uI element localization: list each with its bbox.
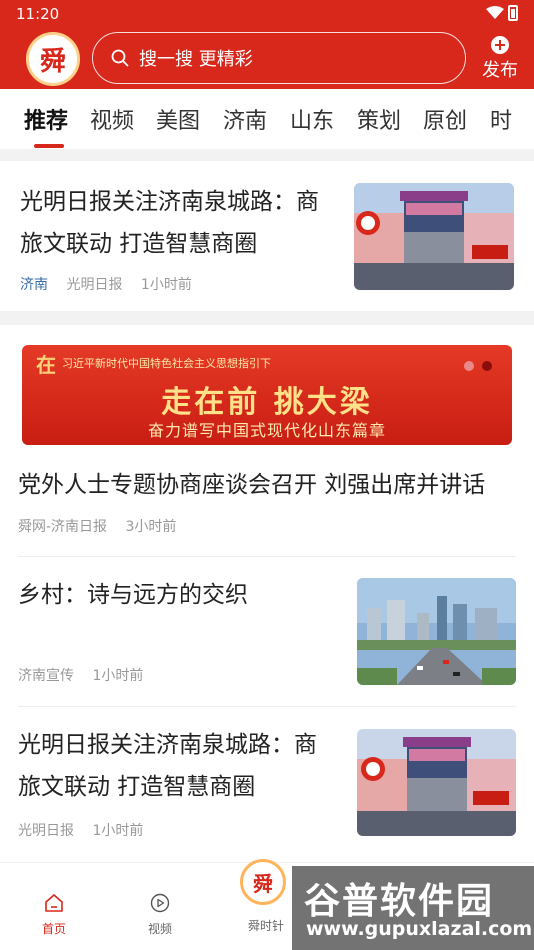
feed-meta: 光明日报 1小时前 <box>18 820 157 840</box>
street-gate-image <box>357 729 516 836</box>
news-title-line: 光明日报关注济南泉城路：商 <box>20 189 319 215</box>
feed-thumbnail <box>357 729 516 836</box>
search-icon <box>111 49 129 67</box>
section-gap <box>0 311 534 325</box>
city-road-image <box>357 578 516 685</box>
wifi-icon <box>486 6 504 19</box>
news-title: 光明日报关注济南泉城路：商 旅文联动 打造智慧商圈 <box>20 181 340 265</box>
tab-video[interactable]: 视频 <box>90 103 134 135</box>
plus-circle-icon <box>491 36 509 54</box>
news-tag[interactable]: 济南 <box>20 277 48 293</box>
news-title-line: 旅文联动 打造智慧商圈 <box>20 231 258 257</box>
battery-icon <box>508 5 518 21</box>
tab-planning[interactable]: 策划 <box>357 103 401 135</box>
news-meta: 济南 光明日报 1小时前 <box>20 274 206 294</box>
news-time: 1小时前 <box>140 277 192 293</box>
feed-title-line: 旅文联动 打造智慧商圈 <box>18 774 256 800</box>
divider <box>18 706 516 707</box>
news-thumbnail <box>354 183 514 290</box>
search-placeholder: 搜一搜 更精彩 <box>139 49 253 70</box>
feed-title[interactable]: 乡村：诗与远方的交织 <box>18 574 338 616</box>
app-logo[interactable]: 舜 <box>26 32 80 86</box>
nav-shunshizhen-label: 舜时针 <box>247 919 284 933</box>
tab-recommend[interactable]: 推荐 <box>24 103 68 135</box>
watermark-url: www.gupuxlazal.com <box>306 918 533 940</box>
nav-home[interactable]: 首页 <box>24 893 84 937</box>
carousel-dot-active[interactable] <box>464 361 474 371</box>
carousel-dot[interactable] <box>482 361 492 371</box>
nav-home-label: 首页 <box>41 922 66 936</box>
nav-video[interactable]: 视频 <box>130 893 190 937</box>
tab-photos[interactable]: 美图 <box>156 103 200 135</box>
news-source: 光明日报 <box>66 277 123 293</box>
app-screen: 11:20 舜 搜一搜 更精彩 发布 推荐 视频 美图 济南 山东 策划 原创 … <box>0 0 534 950</box>
search-bar[interactable]: 搜一搜 更精彩 <box>92 32 466 84</box>
banner-title: 走在前 挑大梁 <box>161 385 373 420</box>
feed-time: 1小时前 <box>92 668 144 684</box>
watermark-title: 谷普软件园 <box>304 881 495 922</box>
status-bar: 11:20 <box>0 0 534 28</box>
channel-tabs: 推荐 视频 美图 济南 山东 策划 原创 时 <box>0 89 534 149</box>
feed-source: 济南宣传 <box>18 668 74 684</box>
video-icon <box>150 893 170 913</box>
feed-thumbnail <box>357 578 516 685</box>
feed-time: 3小时前 <box>125 519 177 535</box>
nav-shunshizhen[interactable]: 舜时针 <box>236 893 296 934</box>
feed-meta: 济南宣传 1小时前 <box>18 665 157 685</box>
feed-title[interactable]: 党外人士专题协商座谈会召开 刘强出席并讲话 <box>18 464 518 506</box>
feed-meta: 舜网-济南日报 3小时前 <box>18 516 190 536</box>
banner-mark: 在 <box>36 353 56 377</box>
tab-more[interactable]: 时 <box>490 103 512 135</box>
feed-source: 舜网-济南日报 <box>18 519 108 535</box>
app-logo-text: 舜 <box>39 46 66 77</box>
home-icon <box>45 894 63 912</box>
banner-slogan: 奋力谱写中国式现代化山东篇章 <box>147 421 386 440</box>
promo-banner[interactable]: 在 习近平新时代中国特色社会主义思想指引下 走在前 挑大梁 奋力谱写中国式现代化… <box>22 345 512 445</box>
feed-title[interactable]: 光明日报关注济南泉城路：商 旅文联动 打造智慧商圈 <box>18 724 348 808</box>
tab-shandong[interactable]: 山东 <box>290 103 334 135</box>
banner-subtitle: 习近平新时代中国特色社会主义思想指引下 <box>62 357 271 370</box>
tab-jinan[interactable]: 济南 <box>223 103 267 135</box>
active-tab-indicator <box>34 144 64 148</box>
status-time: 11:20 <box>16 5 60 23</box>
publish-label: 发布 <box>482 60 518 81</box>
feed-source: 光明日报 <box>18 823 74 839</box>
nav-video-label: 视频 <box>147 922 172 936</box>
tab-original[interactable]: 原创 <box>423 103 467 135</box>
publish-button[interactable]: 发布 <box>480 36 520 82</box>
divider <box>18 556 516 557</box>
section-gap <box>0 149 534 161</box>
street-gate-image <box>354 183 514 290</box>
news-item[interactable]: 光明日报关注济南泉城路：商 旅文联动 打造智慧商圈 济南 光明日报 1小时前 <box>0 161 534 311</box>
feed-title-line: 光明日报关注济南泉城路：商 <box>18 732 317 758</box>
feed-time: 1小时前 <box>92 823 144 839</box>
top-header: 11:20 舜 搜一搜 更精彩 发布 <box>0 0 534 89</box>
watermark: 谷普软件园 www.gupuxlazal.com <box>292 866 534 950</box>
